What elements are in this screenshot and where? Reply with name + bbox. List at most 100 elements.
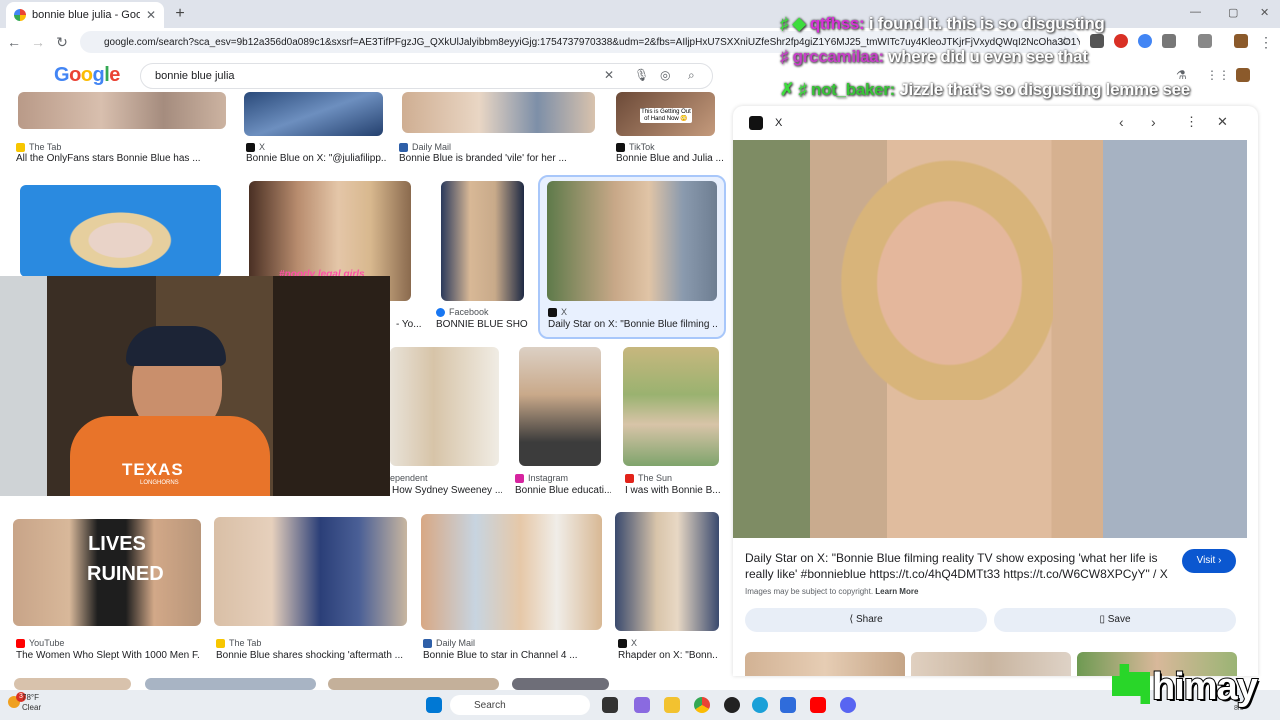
result-image[interactable] bbox=[421, 514, 602, 630]
result-image[interactable] bbox=[14, 678, 131, 690]
result-source[interactable]: The Tab bbox=[216, 638, 261, 648]
related-image[interactable] bbox=[745, 652, 905, 676]
result-caption[interactable]: All the OnlyFans stars Bonnie Blue has .… bbox=[16, 153, 226, 164]
search-input[interactable]: bonnie blue julia bbox=[140, 63, 713, 89]
extension-icon[interactable] bbox=[1138, 34, 1152, 48]
result-source[interactable]: Facebook bbox=[436, 307, 489, 317]
result-image[interactable] bbox=[441, 181, 524, 301]
maximize-icon[interactable]: ▢ bbox=[1228, 6, 1238, 19]
lens-icon[interactable]: ◎ bbox=[660, 68, 670, 82]
streamer-watermark: himay bbox=[1151, 665, 1259, 709]
result-image[interactable] bbox=[20, 185, 221, 277]
account-avatar[interactable] bbox=[1236, 68, 1250, 82]
result-source[interactable]: X bbox=[246, 142, 265, 152]
voice-search-icon[interactable]: 🎙 bbox=[634, 68, 649, 82]
sidebar-icon[interactable] bbox=[1198, 34, 1212, 48]
browser-tab[interactable]: bonnie blue julia - Google Search ✕ bbox=[6, 2, 164, 28]
result-source[interactable]: Daily Mail bbox=[423, 638, 475, 648]
close-preview-icon[interactable]: ✕ bbox=[1217, 114, 1228, 130]
preview-title[interactable]: Daily Star on X: "Bonnie Blue filming re… bbox=[745, 550, 1175, 582]
result-caption[interactable]: I was with Bonnie B... bbox=[625, 485, 721, 496]
image-overlay-text: LIVES RUINED bbox=[87, 533, 164, 585]
result-image[interactable] bbox=[214, 517, 407, 626]
store-icon[interactable] bbox=[780, 697, 796, 713]
windows-start-icon[interactable] bbox=[426, 697, 442, 713]
result-caption[interactable]: Bonnie Blue on X: "@juliafilipp... bbox=[246, 153, 386, 164]
extensions-puzzle-icon[interactable] bbox=[1162, 34, 1176, 48]
result-caption[interactable]: - Yo... bbox=[396, 319, 436, 330]
result-source[interactable]: The Tab bbox=[16, 142, 61, 152]
forward-icon[interactable]: → bbox=[30, 34, 46, 50]
result-image[interactable] bbox=[18, 92, 226, 129]
reload-icon[interactable]: ↻ bbox=[54, 34, 70, 51]
weather-widget[interactable]: 78°F Clear bbox=[22, 693, 41, 713]
result-image[interactable] bbox=[244, 92, 383, 136]
result-source[interactable]: X bbox=[618, 638, 637, 648]
result-source[interactable]: The Sun bbox=[625, 473, 672, 483]
learn-more-link[interactable]: Learn More bbox=[875, 587, 918, 596]
result-source[interactable]: X bbox=[548, 307, 567, 317]
file-explorer-icon[interactable] bbox=[664, 697, 680, 713]
result-caption[interactable]: Bonnie Blue to star in Channel 4 ... bbox=[423, 650, 601, 661]
close-window-icon[interactable]: ✕ bbox=[1260, 6, 1269, 19]
result-source[interactable]: Instagram bbox=[515, 473, 568, 483]
result-caption[interactable]: Bonnie Blue educati... bbox=[515, 485, 611, 496]
more-menu-icon[interactable]: ⋮ bbox=[1258, 34, 1274, 51]
result-image[interactable]: LIVES RUINED bbox=[13, 519, 201, 626]
save-button[interactable]: ▯ Save bbox=[994, 608, 1236, 632]
result-image[interactable] bbox=[390, 347, 499, 466]
obs-icon[interactable] bbox=[724, 697, 740, 713]
visit-button[interactable]: Visit › bbox=[1182, 549, 1236, 573]
result-image[interactable] bbox=[328, 678, 499, 690]
result-image[interactable] bbox=[145, 678, 316, 690]
related-image[interactable] bbox=[911, 652, 1071, 676]
result-source[interactable]: Daily Mail bbox=[399, 142, 451, 152]
result-source[interactable]: ependent bbox=[390, 473, 428, 483]
result-image[interactable] bbox=[615, 512, 719, 631]
chat-text: Jizzle that's so disgusting lemme see bbox=[899, 80, 1190, 99]
result-image[interactable] bbox=[623, 347, 719, 466]
profile-avatar[interactable] bbox=[1234, 34, 1248, 48]
result-caption[interactable]: Rhapder on X: "Bonn... bbox=[618, 650, 718, 661]
result-image[interactable] bbox=[519, 347, 601, 466]
result-image[interactable]: This is Getting Out of Hand Now 😳 bbox=[616, 92, 715, 136]
discord-icon[interactable] bbox=[840, 697, 856, 713]
search-icon[interactable]: ⌕ bbox=[688, 68, 695, 83]
bookmark-star-icon[interactable]: ☆ bbox=[1057, 34, 1073, 48]
preview-image[interactable] bbox=[733, 140, 1247, 538]
new-tab-button[interactable]: + bbox=[170, 4, 190, 24]
edge-icon[interactable] bbox=[752, 697, 768, 713]
preview-source[interactable]: X bbox=[775, 117, 782, 129]
result-caption[interactable]: Bonnie Blue shares shocking 'aftermath .… bbox=[216, 650, 406, 661]
result-image[interactable] bbox=[402, 92, 595, 133]
result-caption[interactable]: Daily Star on X: "Bonnie Blue filming ..… bbox=[548, 319, 718, 330]
close-tab-icon[interactable]: ✕ bbox=[146, 8, 156, 22]
result-caption[interactable]: How Sydney Sweeney ... bbox=[392, 485, 502, 496]
daily-mail-icon bbox=[423, 638, 432, 648]
chrome-icon[interactable] bbox=[694, 697, 710, 713]
apps-grid-icon[interactable]: ⋮⋮ bbox=[1206, 68, 1230, 82]
result-caption[interactable]: BONNIE BLUE SHO... bbox=[436, 319, 528, 330]
adblock-icon[interactable] bbox=[1114, 34, 1128, 48]
youtube-app-icon[interactable] bbox=[810, 697, 826, 713]
more-options-icon[interactable]: ⋮ bbox=[1185, 114, 1198, 130]
result-caption[interactable]: Bonnie Blue is branded 'vile' for her ..… bbox=[399, 153, 595, 164]
share-button[interactable]: ⟨ Share bbox=[745, 608, 987, 632]
result-caption[interactable]: The Women Who Slept With 1000 Men F... bbox=[16, 650, 200, 661]
google-logo[interactable]: Google bbox=[54, 64, 120, 87]
minimize-icon[interactable]: — bbox=[1190, 6, 1201, 18]
next-icon[interactable]: › bbox=[1151, 114, 1156, 130]
clear-search-icon[interactable]: ✕ bbox=[604, 68, 614, 82]
copilot-icon[interactable] bbox=[634, 697, 650, 713]
result-source[interactable]: YouTube bbox=[16, 638, 64, 648]
previous-icon[interactable]: ‹ bbox=[1119, 114, 1124, 130]
taskbar-search[interactable]: Search bbox=[450, 695, 590, 715]
result-image[interactable] bbox=[512, 678, 609, 690]
extension-icon[interactable] bbox=[1090, 34, 1104, 48]
back-icon[interactable]: ← bbox=[6, 34, 22, 50]
result-caption[interactable]: Bonnie Blue and Julia ... bbox=[616, 153, 726, 164]
preview-header: X ‹ › ⋮ ✕ bbox=[733, 106, 1258, 140]
result-image[interactable] bbox=[547, 181, 717, 301]
result-source[interactable]: TikTok bbox=[616, 142, 655, 152]
task-view-icon[interactable] bbox=[602, 697, 618, 713]
